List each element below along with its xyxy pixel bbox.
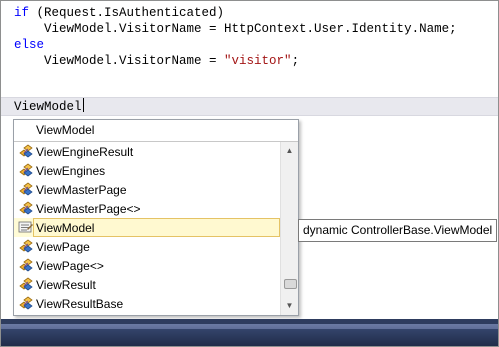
code-line-3: else xyxy=(14,37,44,53)
class-icon xyxy=(18,258,34,273)
completion-item[interactable]: ViewResultBase xyxy=(14,294,280,313)
class-icon xyxy=(18,277,34,292)
completion-item[interactable]: ViewMasterPage<> xyxy=(14,199,280,218)
class-icon xyxy=(18,296,34,311)
completion-item-label: ViewResultBase xyxy=(36,297,124,311)
intellisense-popup[interactable]: ViewModel ViewEngineResult ViewEngines Vie… xyxy=(13,119,299,316)
completion-item[interactable]: ViewResult xyxy=(14,275,280,294)
code-text: (Request.IsAuthenticated) xyxy=(29,6,225,20)
completion-item-label: ViewMasterPage<> xyxy=(36,202,141,216)
class-icon xyxy=(18,239,34,254)
code-line-4: ViewModel.VisitorName = "visitor"; xyxy=(14,53,299,69)
completion-list[interactable]: ViewEngineResult ViewEngines ViewMasterPag… xyxy=(14,142,280,315)
status-bar-stripe xyxy=(1,329,498,346)
popup-scrollbar[interactable]: ▲ ▼ xyxy=(280,142,298,315)
completion-item-label: ViewMasterPage xyxy=(36,183,127,197)
completion-item-selected[interactable]: ViewModel xyxy=(14,218,280,237)
typed-text: ViewModel xyxy=(14,100,82,114)
code-text: ViewModel.VisitorName = xyxy=(14,54,225,68)
code-text: ; xyxy=(291,54,300,68)
string-literal: "visitor" xyxy=(224,54,292,68)
member-tooltip: dynamic ControllerBase.ViewModel xyxy=(298,219,498,242)
code-line-2: ViewModel.VisitorName = HttpContext.User… xyxy=(14,22,457,36)
class-icon xyxy=(18,182,34,197)
scroll-up-icon[interactable]: ▲ xyxy=(282,143,297,158)
completion-item[interactable]: ViewEngineResult xyxy=(14,142,280,161)
property-icon xyxy=(18,220,34,235)
completion-item[interactable]: ViewEngines xyxy=(14,161,280,180)
class-icon xyxy=(18,144,34,159)
text-caret xyxy=(82,98,84,112)
class-icon xyxy=(18,201,34,216)
keyword-if: if xyxy=(14,6,30,20)
intellisense-filter: ViewModel xyxy=(14,120,298,142)
class-icon xyxy=(18,163,34,178)
completion-item-label: ViewPage<> xyxy=(36,259,104,273)
scroll-down-icon[interactable]: ▼ xyxy=(282,298,297,313)
status-bar xyxy=(1,319,498,346)
code-line-1: if (Request.IsAuthenticated) xyxy=(14,5,224,21)
filter-text: ViewModel xyxy=(36,123,95,137)
completion-item-label: ViewResult xyxy=(36,278,96,292)
completion-item-label: ViewEngineResult xyxy=(36,145,134,159)
completion-item[interactable]: ViewPage xyxy=(14,237,280,256)
completion-item[interactable]: ViewPage<> xyxy=(14,256,280,275)
current-code-line[interactable]: ViewModel xyxy=(14,98,84,115)
scroll-thumb[interactable] xyxy=(284,279,297,289)
code-editor[interactable]: if (Request.IsAuthenticated) ViewModel.V… xyxy=(0,0,499,347)
completion-item-label: ViewEngines xyxy=(36,164,106,178)
completion-item[interactable]: ViewMasterPage xyxy=(14,180,280,199)
completion-item-label: ViewPage xyxy=(36,240,90,254)
completion-item-label: ViewModel xyxy=(36,221,95,235)
keyword-else: else xyxy=(14,38,45,52)
